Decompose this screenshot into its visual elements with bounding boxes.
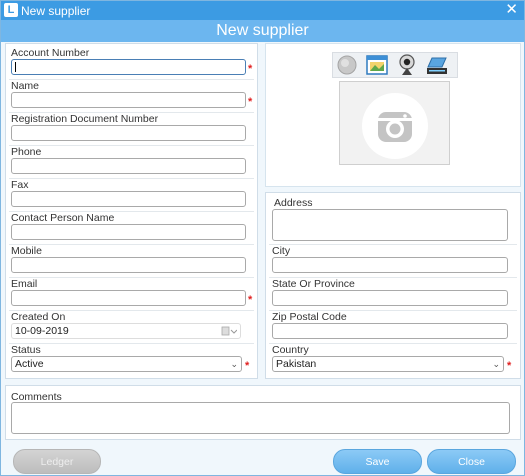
new-supplier-window: L New supplier ✕ New supplier Account Nu… — [0, 0, 525, 476]
left-form-panel: Account Number * Name * Registration Doc… — [5, 43, 258, 379]
status-label: Status — [11, 344, 41, 356]
zip-postal-code-label: Zip Postal Code — [272, 311, 347, 323]
fax-label: Fax — [11, 179, 29, 191]
zip-postal-code-input[interactable] — [272, 323, 508, 339]
email-label: Email — [11, 278, 38, 290]
registration-document-number-label: Registration Document Number — [11, 113, 159, 125]
phone-input[interactable] — [11, 158, 246, 174]
name-required-marker: * — [248, 96, 253, 108]
app-logo-icon: L — [4, 3, 18, 17]
comments-panel: Comments — [5, 385, 521, 440]
address-textarea[interactable] — [272, 209, 508, 241]
divider — [9, 178, 254, 179]
divider — [9, 343, 254, 344]
country-label: Country — [272, 344, 309, 356]
country-value: Pakistan — [276, 358, 317, 370]
photo-panel — [265, 43, 521, 187]
scanner-icon[interactable] — [425, 53, 449, 77]
status-value: Active — [15, 358, 44, 370]
account-number-input[interactable] — [11, 59, 246, 75]
close-button[interactable]: Close — [427, 449, 516, 474]
divider — [9, 277, 254, 278]
divider — [9, 244, 254, 245]
created-on-date-picker[interactable]: 10-09-2019 — [11, 323, 241, 339]
contact-person-name-input[interactable] — [11, 224, 246, 240]
title-bar: L New supplier ✕ — [1, 1, 524, 20]
photo-toolbar — [332, 52, 458, 78]
phone-label: Phone — [11, 146, 42, 158]
save-button[interactable]: Save — [333, 449, 422, 474]
calendar-dropdown-icon[interactable] — [221, 326, 237, 336]
name-input[interactable] — [11, 92, 246, 108]
divider — [9, 79, 254, 80]
photo-placeholder-circle — [362, 93, 428, 159]
image-file-icon[interactable] — [365, 53, 389, 77]
country-required-marker: * — [507, 360, 512, 372]
state-or-province-input[interactable] — [272, 290, 508, 306]
webcam-icon[interactable] — [395, 53, 419, 77]
window-close-button[interactable]: ✕ — [505, 2, 518, 18]
chevron-down-icon: ⌄ — [492, 359, 500, 369]
divider — [9, 145, 254, 146]
window-title: New supplier — [21, 4, 91, 18]
photo-preview[interactable] — [339, 81, 450, 165]
city-label: City — [272, 245, 291, 257]
country-select[interactable]: Pakistan ⌄ — [272, 356, 504, 372]
globe-icon[interactable] — [335, 53, 359, 77]
camera-icon — [378, 112, 412, 142]
ledger-button[interactable]: Ledger — [13, 449, 101, 474]
status-select[interactable]: Active ⌄ — [11, 356, 242, 372]
divider — [269, 244, 517, 245]
address-label: Address — [274, 197, 313, 209]
account-number-label: Account Number — [11, 47, 90, 59]
dialog-header: New supplier — [1, 20, 524, 42]
email-input[interactable] — [11, 290, 246, 306]
registration-document-number-input[interactable] — [11, 125, 246, 141]
status-required-marker: * — [245, 360, 250, 372]
email-required-marker: * — [248, 294, 253, 306]
address-panel: Address City State Or Province Zip Posta… — [265, 192, 521, 379]
name-label: Name — [11, 80, 40, 92]
created-on-value: 10-09-2019 — [15, 325, 69, 337]
city-input[interactable] — [272, 257, 508, 273]
mobile-label: Mobile — [11, 245, 42, 257]
comments-textarea[interactable] — [11, 402, 510, 434]
contact-person-name-label: Contact Person Name — [11, 212, 115, 224]
state-or-province-label: State Or Province — [272, 278, 355, 290]
account-number-required-marker: * — [248, 63, 253, 75]
fax-input[interactable] — [11, 191, 246, 207]
created-on-label: Created On — [11, 311, 66, 323]
chevron-down-icon: ⌄ — [230, 359, 238, 369]
mobile-input[interactable] — [11, 257, 246, 273]
